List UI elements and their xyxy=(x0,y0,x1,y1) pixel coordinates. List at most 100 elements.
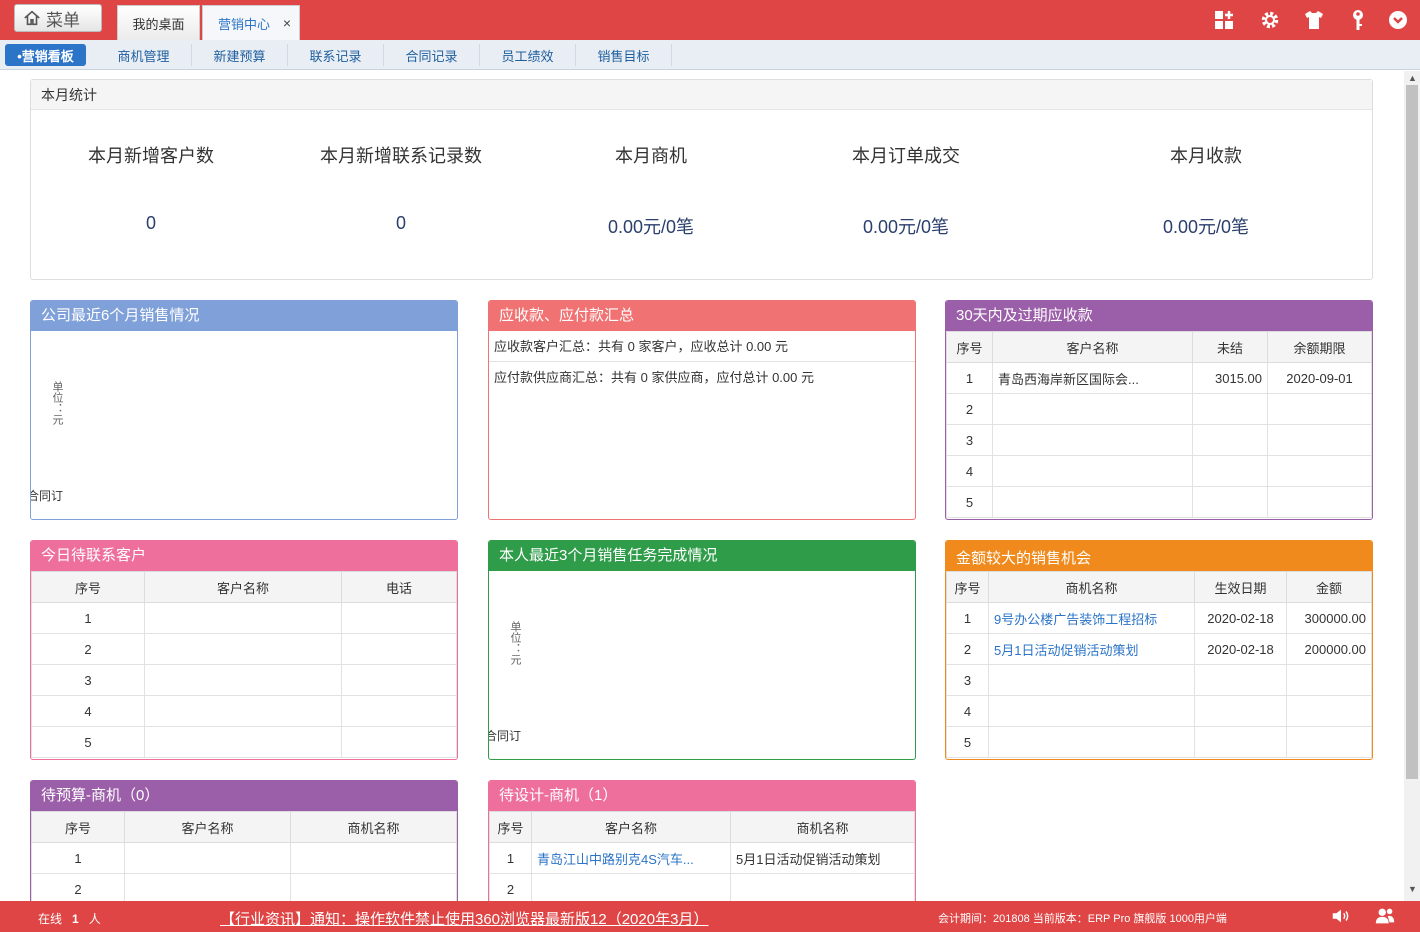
chevron-down-circle-icon[interactable] xyxy=(1386,8,1410,32)
scroll-thumb[interactable] xyxy=(1406,85,1418,779)
table-row[interactable]: 2 xyxy=(31,633,457,665)
online-users: 在线 1 人 xyxy=(38,910,101,927)
column-header: 商机名称 xyxy=(988,571,1195,603)
table-cell xyxy=(992,455,1193,487)
table-row[interactable]: 5 xyxy=(946,726,1372,758)
table-cell xyxy=(1267,393,1372,425)
pending-design-panel: 待设计-商机（1） 序号 客户名称 商机名称 1 青岛江山中路别克4S汽车... 5… xyxy=(488,780,916,901)
chart-y-unit: 单位：元 xyxy=(51,381,63,425)
column-header: 客户名称 xyxy=(531,811,731,843)
table-cell: 5月1日活动促销活动策划 xyxy=(988,633,1195,665)
table-row[interactable]: 2 xyxy=(489,873,915,901)
table-cell xyxy=(1192,455,1268,487)
table-cell: 3 xyxy=(31,664,145,696)
table-cell xyxy=(144,633,342,665)
table-cell xyxy=(1286,726,1372,758)
close-icon[interactable]: × xyxy=(283,15,291,31)
table-row[interactable]: 3 xyxy=(946,664,1372,696)
subnav-opportunity-management[interactable]: 商机管理 xyxy=(96,44,192,66)
version-info: 会计期间：201808 当前版本：ERP Pro 旗舰版 1000用户端 xyxy=(938,913,1227,925)
opportunity-link[interactable]: 9号办公楼广告装饰工程招标 xyxy=(994,612,1157,627)
table-row[interactable]: 3 xyxy=(31,664,457,696)
scroll-down-arrow-icon[interactable]: ▼ xyxy=(1408,884,1417,894)
opportunity-link[interactable]: 5月1日活动促销活动策划 xyxy=(994,643,1138,658)
subnav-marketing-board[interactable]: •营销看板 xyxy=(5,44,86,66)
subnav-employee-performance[interactable]: 员工绩效 xyxy=(480,44,576,66)
table-cell: 3 xyxy=(946,664,989,696)
shirt-icon[interactable] xyxy=(1302,8,1326,32)
column-header: 商机名称 xyxy=(730,811,915,843)
table-row[interactable]: 5 xyxy=(31,726,457,758)
stat-label: 本月收款 xyxy=(1170,146,1242,166)
stat-value: 0.00元/0笔 xyxy=(1162,217,1250,237)
users-icon[interactable] xyxy=(1374,905,1396,927)
table-row[interactable]: 1 xyxy=(31,602,457,634)
table-row[interactable]: 1 青岛西海岸新区国际会... 3015.00 2020-09-01 xyxy=(946,362,1372,394)
table-cell: 5 xyxy=(946,726,989,758)
table-row[interactable]: 4 xyxy=(946,455,1372,487)
table-row[interactable]: 2 5月1日活动促销活动策划 2020-02-18 200000.00 xyxy=(946,633,1372,665)
table-cell: 1 xyxy=(946,362,993,394)
subnav-new-budget[interactable]: 新建预算 xyxy=(192,44,288,66)
stat-value: 0 xyxy=(395,213,406,233)
notice-link[interactable]: 【行业资讯】通知：操作软件禁止使用360浏览器最新版12（2020年3月） xyxy=(220,908,708,929)
table-row[interactable]: 1 9号办公楼广告装饰工程招标 2020-02-18 300000.00 xyxy=(946,602,1372,634)
tab-marketing-center[interactable]: 营销中心 × xyxy=(202,5,300,40)
panel-title: 今日待联系客户 xyxy=(31,541,457,571)
table-cell: 2020-02-18 xyxy=(1194,602,1287,634)
subnav-sales-target[interactable]: 销售目标 xyxy=(576,44,672,66)
table-cell: 4 xyxy=(946,695,989,727)
panel-title: 应收款、应付款汇总 xyxy=(489,301,915,331)
scroll-up-arrow-icon[interactable]: ▲ xyxy=(1408,73,1417,83)
online-count: 1 xyxy=(72,912,79,926)
table-cell: 9号办公楼广告装饰工程招标 xyxy=(988,602,1195,634)
stat-value: 0 xyxy=(145,213,156,233)
table-cell xyxy=(1192,393,1268,425)
vertical-scrollbar[interactable]: ▲ ▼ xyxy=(1404,71,1420,901)
table-row[interactable]: 5 xyxy=(946,486,1372,518)
column-header: 序号 xyxy=(489,811,532,843)
table-cell xyxy=(341,695,457,727)
table-cell xyxy=(1194,695,1287,727)
table-row[interactable]: 4 xyxy=(31,695,457,727)
column-header: 客户名称 xyxy=(992,331,1193,363)
table-row[interactable]: 1 青岛江山中路别克4S汽车... 5月1日活动促销活动策划 xyxy=(489,842,915,874)
table-row[interactable]: 3 xyxy=(946,424,1372,456)
table-cell xyxy=(341,602,457,634)
key-icon[interactable] xyxy=(1346,8,1370,32)
big-opportunities-panel: 金额较大的销售机会 序号 商机名称 生效日期 金额 1 9号办公楼广告装饰工程招标… xyxy=(945,540,1373,760)
column-header: 序号 xyxy=(31,811,125,843)
sub-navigation: •营销看板 商机管理 新建预算 联系记录 合同记录 员工绩效 销售目标 xyxy=(0,40,1420,70)
subnav-contact-records[interactable]: 联系记录 xyxy=(288,44,384,66)
menu-button[interactable]: 菜单 xyxy=(14,4,102,32)
panel-title: 30天内及过期应收款 xyxy=(946,301,1372,331)
table-cell: 5 xyxy=(946,486,993,518)
table-cell xyxy=(341,726,457,758)
table-cell xyxy=(992,486,1193,518)
speaker-icon[interactable] xyxy=(1330,905,1352,927)
table-cell xyxy=(144,726,342,758)
tab-my-desktop[interactable]: 我的桌面 xyxy=(117,5,200,40)
table-cell xyxy=(341,664,457,696)
table-row[interactable]: 4 xyxy=(946,695,1372,727)
chart-y-label: 合同订 xyxy=(488,729,522,743)
table-cell: 200000.00 xyxy=(1286,633,1372,665)
stat-label: 本月新增联系记录数 xyxy=(320,146,482,166)
gear-icon[interactable] xyxy=(1258,8,1282,32)
table-row[interactable]: 2 xyxy=(946,393,1372,425)
customer-link[interactable]: 青岛江山中路别克4S汽车... xyxy=(537,852,694,867)
online-prefix: 在线 xyxy=(38,912,63,926)
table-cell: 2 xyxy=(31,633,145,665)
column-header: 未结 xyxy=(1192,331,1268,363)
table-row[interactable]: 2 xyxy=(31,873,457,901)
table-cell: 青岛江山中路别克4S汽车... xyxy=(531,842,731,874)
table-row[interactable]: 1 xyxy=(31,842,457,874)
table-cell: 4 xyxy=(946,455,993,487)
menu-label: 菜单 xyxy=(46,10,80,30)
apps-icon[interactable] xyxy=(1212,8,1236,32)
top-bar: 菜单 我的桌面 营销中心 × xyxy=(0,0,1420,40)
table-cell xyxy=(144,664,342,696)
table-cell: 5 xyxy=(31,726,145,758)
panel-title: 金额较大的销售机会 xyxy=(946,541,1372,571)
subnav-contract-records[interactable]: 合同记录 xyxy=(384,44,480,66)
